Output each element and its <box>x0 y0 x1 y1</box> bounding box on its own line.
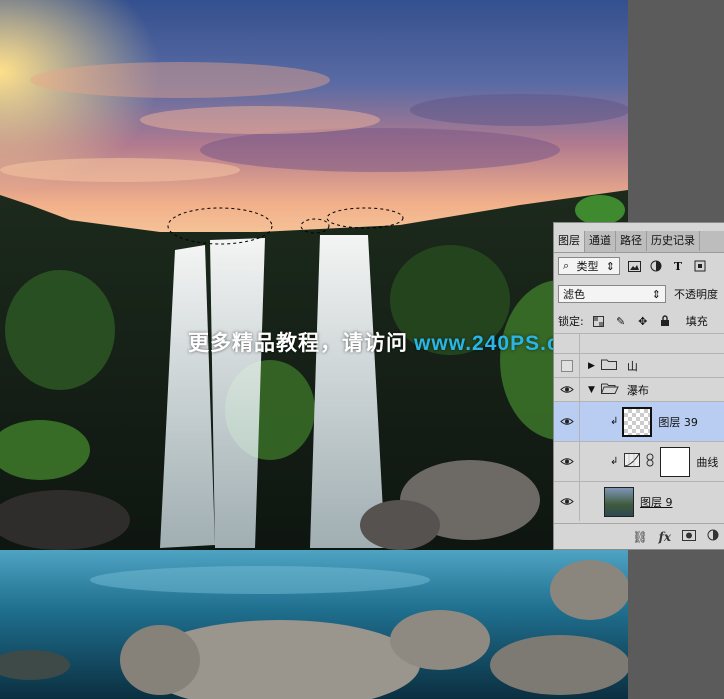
layer-name: 山 <box>626 359 638 373</box>
layer-name: 图层 9 <box>640 495 673 509</box>
eye-icon <box>559 498 574 505</box>
type-icon[interactable]: T <box>670 258 686 274</box>
chevron-down-icon[interactable]: ▼ <box>588 385 595 395</box>
mask-icon[interactable] <box>682 529 696 544</box>
curves-icon <box>624 453 641 470</box>
eye-icon <box>559 386 574 393</box>
tab-paths[interactable]: 路径 <box>616 231 647 251</box>
brush-icon[interactable]: ✎ <box>614 314 628 328</box>
lock-label: 锁定: <box>558 315 584 328</box>
fill-label: 填充 <box>685 315 708 328</box>
visibility-toggle[interactable] <box>554 402 580 441</box>
blend-mode-value: 滤色 <box>563 288 585 301</box>
watermark-text: 更多精品教程，请访问 <box>188 331 408 355</box>
link-icon[interactable]: ⛓ <box>632 530 647 544</box>
tab-history[interactable]: 历史记录 <box>647 231 700 251</box>
watermark: 更多精品教程，请访问 www.240PS.com <box>188 327 593 357</box>
clip-arrow-icon: ↲ <box>610 456 619 467</box>
layer-row-partial[interactable] <box>554 333 724 353</box>
clip-arrow-icon: ↲ <box>610 416 619 427</box>
layer-row-39[interactable]: ↲ 图层 39 <box>554 401 724 441</box>
chevron-updown-icon: ⇕ <box>651 287 661 301</box>
filter-label: 类型 <box>576 260 599 273</box>
layer-row-9[interactable]: 图层 9 <box>554 481 724 521</box>
visibility-toggle[interactable] <box>554 378 580 401</box>
hidden-box-icon <box>560 359 573 372</box>
layer-row-curves[interactable]: ↲ 曲线 <box>554 441 724 481</box>
fx-icon[interactable]: fx <box>659 530 671 544</box>
visibility-toggle[interactable] <box>554 482 580 521</box>
lock-row: 锁定: ✎ ✥ 填充 <box>558 311 724 331</box>
layer-name: 瀑布 <box>626 383 649 397</box>
chevron-right-icon[interactable]: ▶ <box>588 361 595 371</box>
adjustment-icon[interactable] <box>648 258 664 274</box>
folder-icon <box>600 358 617 373</box>
chevron-updown-icon: ⇕ <box>605 259 615 273</box>
layer-group-waterfall[interactable]: ▼ 瀑布 <box>554 377 724 401</box>
tab-layers[interactable]: 图层 <box>554 231 585 252</box>
layers-panel: 图层 通道 路径 历史记录 ⌕ 类型 ⇕ T 滤色 ⇕ 不透明度 锁定: ✎ ✥… <box>553 222 724 550</box>
blend-mode-select[interactable]: 滤色 ⇕ <box>558 285 666 303</box>
visibility-toggle[interactable] <box>554 442 580 481</box>
eye-icon <box>559 418 574 425</box>
layer-thumbnail <box>622 406 653 437</box>
image-icon[interactable] <box>626 258 642 274</box>
visibility-toggle[interactable] <box>554 334 580 353</box>
panel-tabs: 图层 通道 路径 历史记录 <box>554 231 724 253</box>
opacity-label: 不透明度 <box>674 288 718 301</box>
blend-row: 滤色 ⇕ 不透明度 <box>558 283 724 305</box>
adjustment-icon[interactable] <box>707 529 719 544</box>
visibility-toggle[interactable] <box>554 354 580 377</box>
lock-icon[interactable] <box>658 314 672 328</box>
layer-filter-select[interactable]: ⌕ 类型 ⇕ <box>558 257 620 275</box>
tab-channels[interactable]: 通道 <box>585 231 616 251</box>
lock-transparent-icon[interactable] <box>592 314 606 328</box>
move-icon[interactable]: ✥ <box>636 314 650 328</box>
layer-name: 曲线 <box>696 455 719 469</box>
search-icon: ⌕ <box>563 259 570 272</box>
layer-name: 图层 39 <box>658 415 698 429</box>
layer-thumbnail <box>604 486 634 517</box>
layers-bottom-toolbar: ⛓ fx <box>554 523 724 549</box>
layer-filter-row: ⌕ 类型 ⇕ T <box>558 255 724 277</box>
folder-open-icon <box>600 382 619 397</box>
shape-icon[interactable] <box>692 258 708 274</box>
layer-mask-thumbnail[interactable] <box>660 446 691 477</box>
layer-group-mountain[interactable]: ▶ 山 <box>554 353 724 377</box>
eye-icon <box>559 458 574 465</box>
chain-link-icon[interactable] <box>646 453 654 470</box>
